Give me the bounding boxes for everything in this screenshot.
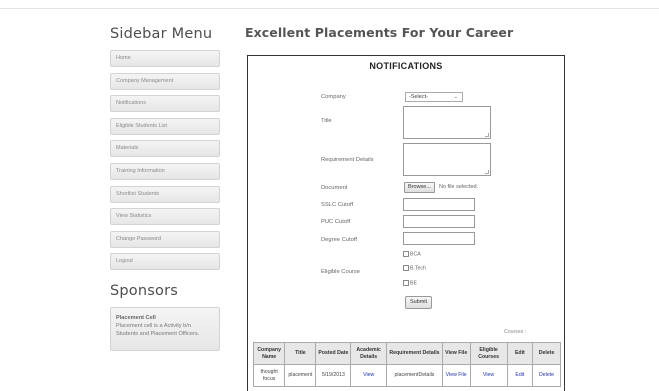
requirement-label: Requirement Details: [321, 157, 374, 163]
puc-input[interactable]: [403, 215, 475, 228]
view-file-link[interactable]: View File: [441, 364, 471, 387]
sidebar-item-company-management[interactable]: Company Management: [110, 72, 220, 90]
company-select-value: -Select-: [409, 94, 428, 100]
sidebar-item-training-information[interactable]: Training Information: [110, 162, 220, 180]
notifications-table: Company Name Title Posted Date Academic …: [252, 342, 561, 387]
sidebar-item-home[interactable]: Home: [110, 50, 220, 67]
degree-label: Degree Cutoff: [321, 237, 357, 243]
cell-requirement-details: placementDetails: [386, 364, 443, 387]
sidebar-item-notifications[interactable]: Notifications: [110, 95, 220, 113]
courses-caption: Courses :: [504, 329, 527, 335]
cell-posted-date: 5/19/2013: [315, 364, 352, 387]
sidebar-item-eligible-students[interactable]: Eligible Students List: [110, 117, 220, 135]
course-option-bca[interactable]: BCA: [403, 251, 421, 257]
academic-view-link[interactable]: View: [350, 364, 388, 387]
degree-input[interactable]: [403, 232, 475, 245]
be-label: BE: [410, 280, 417, 287]
sponsor-name: Placement Cell: [116, 315, 156, 322]
col-edit: Edit: [506, 342, 534, 365]
requirement-textarea[interactable]: [403, 143, 491, 176]
edit-link[interactable]: Edit: [506, 364, 534, 387]
sidebar-item-view-statistics[interactable]: View Statistics: [110, 208, 220, 226]
table-row: thought focus placement 5/19/2013 View p…: [252, 364, 561, 387]
col-academic-details: Academic Details: [350, 342, 388, 365]
company-select[interactable]: -Select- ⌄: [405, 92, 463, 102]
puc-label: PUC Cutoff: [321, 219, 351, 225]
sidebar-title: Sidebar Menu: [110, 26, 213, 42]
cell-title: placement: [284, 364, 317, 387]
bca-label: BCA: [410, 251, 421, 258]
col-company-name: Company Name: [252, 342, 286, 365]
sidebar: Sidebar Menu Home Company Management Not…: [110, 26, 222, 352]
sidebar-item-shortlist-students[interactable]: Shortlist Students: [110, 185, 220, 203]
sslc-input[interactable]: [403, 198, 475, 211]
cell-company-name: thought focus: [252, 364, 286, 387]
btech-checkbox[interactable]: [403, 265, 409, 271]
col-delete: Delete: [532, 342, 561, 365]
sidebar-item-logout[interactable]: Logout: [110, 253, 220, 271]
title-label: Title: [321, 118, 332, 124]
sidebar-item-materials[interactable]: Materials: [110, 140, 220, 158]
title-textarea[interactable]: [403, 106, 491, 139]
col-title: Title: [284, 342, 317, 365]
company-label: Company: [321, 94, 346, 100]
notifications-panel: NOTIFICATIONS Company -Select- ⌄ Title R…: [247, 55, 565, 391]
sponsor-card: Placement Cell Placement cell is a Activ…: [110, 307, 220, 352]
no-file-text: No file selected.: [439, 184, 479, 190]
btech-label: B.Tech: [410, 265, 426, 272]
be-checkbox[interactable]: [403, 280, 409, 286]
table-header-row: Company Name Title Posted Date Academic …: [252, 342, 561, 365]
submit-button[interactable]: Submit: [405, 296, 432, 309]
course-option-be[interactable]: BE: [403, 280, 417, 286]
sidebar-item-change-password[interactable]: Change Password: [110, 230, 220, 248]
delete-link[interactable]: Delete: [532, 364, 561, 387]
col-requirement-details: Requirement Details: [386, 342, 443, 365]
sponsors-title: Sponsors: [110, 283, 179, 300]
panel-title: NOTIFICATIONS: [369, 61, 443, 71]
course-option-btech[interactable]: B.Tech: [403, 265, 426, 271]
top-divider: [0, 8, 659, 9]
sponsor-text: Placement cell is a Activity b/n Student…: [116, 323, 200, 338]
bca-checkbox[interactable]: [403, 251, 409, 257]
courses-view-link[interactable]: View: [469, 364, 508, 387]
sslc-label: SSLC Cutoff: [321, 202, 354, 208]
chevron-down-icon: ⌄: [453, 94, 458, 100]
browse-button[interactable]: Browse...: [404, 182, 435, 193]
document-label: Document: [321, 185, 348, 191]
col-posted-date: Posted Date: [315, 342, 352, 365]
eligible-course-label: Eligible Course: [321, 269, 360, 275]
page-title: Excellent Placements For Your Career: [245, 25, 514, 40]
col-view-file: View File: [441, 342, 471, 365]
col-eligible-courses: Eligible Courses: [469, 342, 508, 365]
